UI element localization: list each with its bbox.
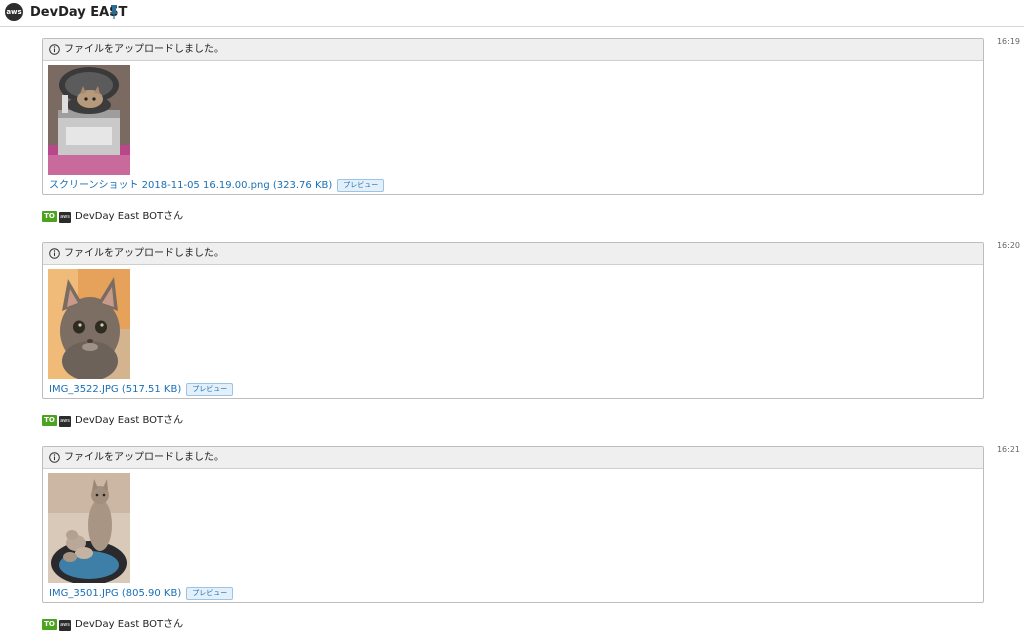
file-thumbnail[interactable] [48, 269, 130, 379]
info-icon [49, 248, 60, 259]
preview-button[interactable]: プレビュー [186, 383, 234, 396]
to-badge: TO [42, 619, 57, 630]
message-timestamp: 16:21 [996, 445, 1020, 454]
message-timestamp: 16:20 [996, 241, 1020, 250]
file-upload-card: ファイルをアップロードしました。 [42, 38, 984, 195]
upload-notice: ファイルをアップロードしました。 [43, 39, 983, 61]
file-link[interactable]: スクリーンショット 2018-11-05 16.19.00.png (323.7… [49, 180, 332, 191]
info-icon [49, 44, 60, 55]
file-upload-card: ファイルをアップロードしました。 [42, 242, 984, 399]
to-line: TO aws DevDay East BOTさん [42, 414, 183, 428]
file-info: IMG_3522.JPG (517.51 KB) プレビュー [49, 383, 234, 396]
recipient-avatar[interactable]: aws [59, 620, 71, 631]
upload-notice-text: ファイルをアップロードしました。 [64, 452, 224, 463]
recipient-name[interactable]: DevDay East BOTさん [75, 415, 183, 426]
file-info: スクリーンショット 2018-11-05 16.19.00.png (323.7… [49, 179, 385, 192]
file-thumbnail[interactable] [48, 65, 130, 175]
file-upload-card: ファイルをアップロードしました。 [42, 446, 984, 603]
file-info: IMG_3501.JPG (805.90 KB) プレビュー [49, 587, 234, 600]
info-icon [49, 452, 60, 463]
room-header: aws DevDay EAST [0, 0, 1024, 27]
message-timeline: 16:19 ファイルをアップロードしました。 スクリーンショット 2018-11… [0, 27, 1024, 640]
message-timestamp: 16:19 [996, 37, 1020, 46]
file-thumbnail[interactable] [48, 473, 130, 583]
room-avatar[interactable]: aws [5, 3, 23, 21]
recipient-name[interactable]: DevDay East BOTさん [75, 619, 183, 630]
file-link[interactable]: IMG_3522.JPG (517.51 KB) [49, 384, 181, 395]
recipient-avatar[interactable]: aws [59, 416, 71, 427]
preview-button[interactable]: プレビュー [337, 179, 385, 192]
upload-notice: ファイルをアップロードしました。 [43, 447, 983, 469]
to-line: TO aws DevDay East BOTさん [42, 618, 183, 632]
recipient-name[interactable]: DevDay East BOTさん [75, 211, 183, 222]
to-line: TO aws DevDay East BOTさん [42, 210, 183, 224]
recipient-avatar[interactable]: aws [59, 212, 71, 223]
upload-notice-text: ファイルをアップロードしました。 [64, 44, 224, 55]
to-badge: TO [42, 211, 57, 222]
upload-notice: ファイルをアップロードしました。 [43, 243, 983, 265]
preview-button[interactable]: プレビュー [186, 587, 234, 600]
to-badge: TO [42, 415, 57, 426]
file-link[interactable]: IMG_3501.JPG (805.90 KB) [49, 588, 181, 599]
pin-icon[interactable] [109, 5, 119, 19]
upload-notice-text: ファイルをアップロードしました。 [64, 248, 224, 259]
